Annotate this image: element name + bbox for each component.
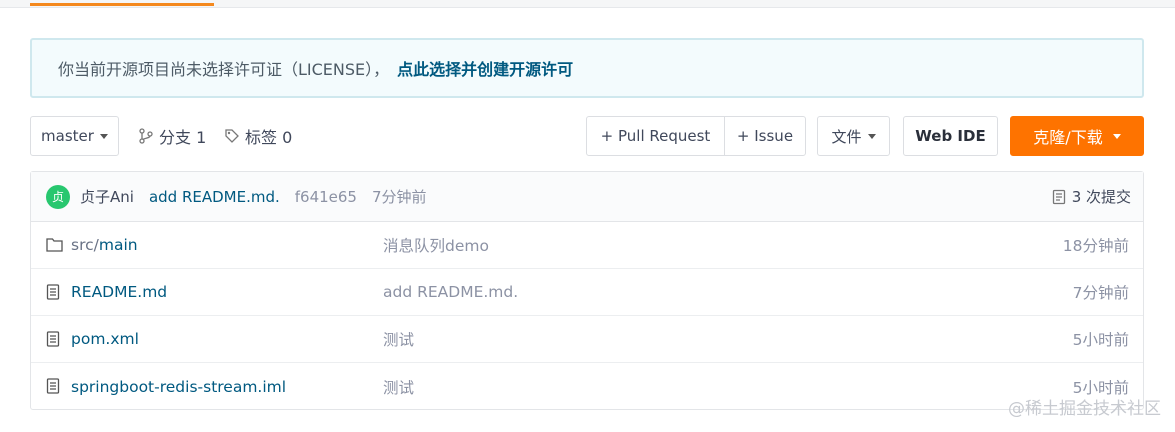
- file-name-link[interactable]: src/main: [71, 236, 138, 254]
- clone-download-label: 克隆/下载: [1033, 128, 1103, 147]
- branches-label: 分支 1: [159, 128, 207, 147]
- commit-author[interactable]: 贞子Ani: [80, 186, 134, 207]
- folder-icon: [46, 238, 63, 252]
- file-row: src/main 消息队列demo 18分钟前: [31, 222, 1143, 269]
- files-dropdown-label: 文件: [831, 127, 862, 146]
- create-license-link[interactable]: 点此选择并创建开源许可: [397, 56, 573, 80]
- file-commit-time: 7分钟前: [1072, 284, 1129, 302]
- last-commit-row: 贞 贞子Ani add README.md. f641e65 7分钟前 3 次提…: [31, 172, 1143, 222]
- file-name-link[interactable]: springboot-redis-stream.iml: [71, 378, 286, 396]
- commit-time: 7分钟前: [371, 188, 427, 206]
- tag-icon: [225, 129, 239, 143]
- file-browser: 贞 贞子Ani add README.md. f641e65 7分钟前 3 次提…: [30, 171, 1144, 410]
- commit-history-icon: [1052, 189, 1065, 204]
- pr-issue-group: + Pull Request + Issue: [586, 116, 806, 156]
- file-name-link[interactable]: pom.xml: [71, 330, 139, 348]
- new-pull-request-button[interactable]: + Pull Request: [587, 117, 725, 155]
- file-commit-time: 18分钟前: [1062, 237, 1129, 255]
- file-icon: [46, 378, 60, 394]
- avatar[interactable]: 贞: [46, 184, 70, 209]
- file-commit-message[interactable]: add README.md.: [383, 283, 518, 301]
- file-commit-message[interactable]: 测试: [383, 328, 414, 350]
- commits-count-link[interactable]: 3 次提交: [1052, 186, 1131, 207]
- file-row: pom.xml 测试 5小时前: [31, 316, 1143, 363]
- tags-label: 标签 0: [245, 128, 293, 147]
- file-name-text: main: [98, 236, 138, 254]
- file-icon: [46, 331, 60, 347]
- chevron-down-icon: [1112, 133, 1121, 139]
- file-icon: [46, 284, 60, 300]
- repo-toolbar: master 分支 1 标签 0 + Pull Request + Issue …: [30, 116, 1144, 156]
- tags-link[interactable]: 标签 0: [224, 116, 292, 156]
- license-notice: 你当前开源项目尚未选择许可证（LICENSE）， 点此选择并创建开源许可: [30, 38, 1144, 98]
- chevron-down-icon: [99, 133, 108, 139]
- commits-count-label: 3 次提交: [1071, 188, 1131, 206]
- license-notice-text: 你当前开源项目尚未选择许可证（LICENSE），: [58, 60, 390, 79]
- watermark: @稀土掘金技术社区: [1008, 399, 1161, 419]
- branches-link[interactable]: 分支 1: [138, 116, 206, 156]
- commit-message-link[interactable]: add README.md.: [149, 188, 280, 206]
- branch-icon: [139, 128, 153, 144]
- file-path-prefix: src/: [71, 236, 99, 254]
- file-commit-message[interactable]: 测试: [383, 376, 414, 398]
- top-tab-bar: [0, 0, 1175, 8]
- web-ide-button[interactable]: Web IDE: [903, 116, 998, 156]
- clone-download-button[interactable]: 克隆/下载: [1010, 116, 1144, 156]
- file-commit-time: 5小时前: [1072, 331, 1129, 349]
- file-row: springboot-redis-stream.iml 测试 5小时前: [31, 363, 1143, 410]
- commit-sha[interactable]: f641e65: [295, 188, 357, 206]
- branch-select[interactable]: master: [30, 116, 119, 156]
- file-commit-message[interactable]: 消息队列demo: [383, 234, 489, 256]
- files-dropdown-button[interactable]: 文件: [817, 116, 890, 156]
- active-tab-indicator: [30, 3, 214, 6]
- chevron-down-icon: [867, 133, 876, 139]
- file-name-link[interactable]: README.md: [71, 283, 167, 301]
- branch-select-label: master: [41, 127, 94, 145]
- new-issue-button[interactable]: + Issue: [725, 117, 805, 155]
- file-row: README.md add README.md. 7分钟前: [31, 269, 1143, 316]
